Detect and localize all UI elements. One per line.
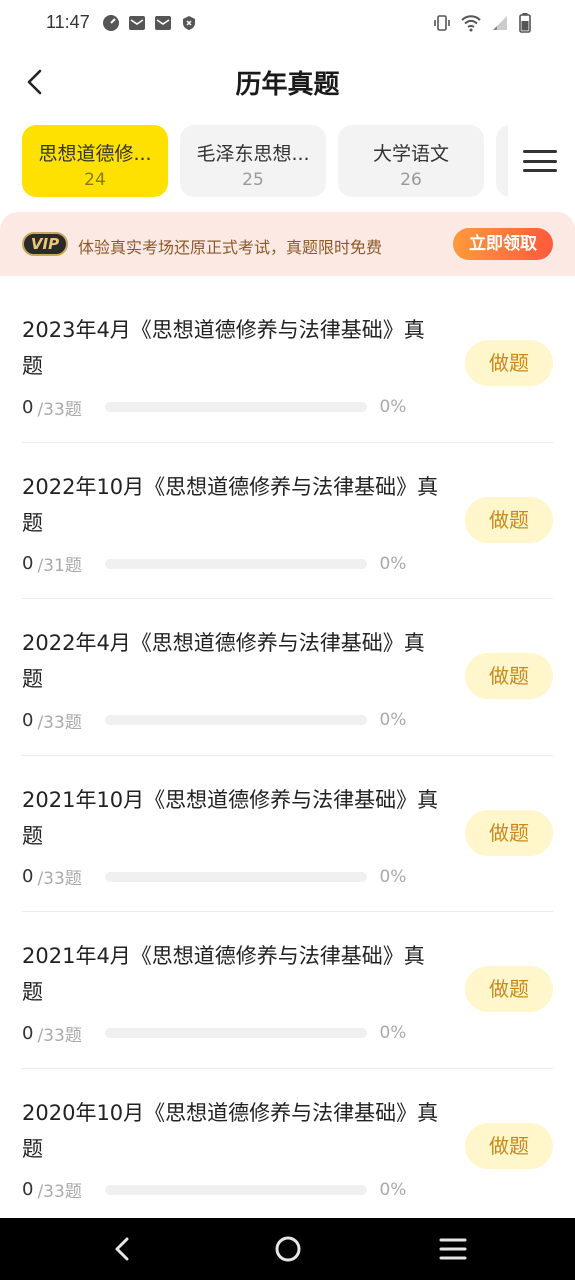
battery-icon bbox=[519, 13, 531, 33]
progress-percent: 0% bbox=[379, 1023, 407, 1043]
start-exam-button[interactable]: 做题 bbox=[465, 809, 553, 856]
done-count: 0 bbox=[22, 1179, 34, 1200]
exam-title: 2021年10月《思想道德修养与法律基础》真题 bbox=[22, 787, 439, 848]
done-count: 0 bbox=[22, 396, 34, 418]
total-count: /31题 bbox=[37, 556, 82, 576]
progress-percent: 0% bbox=[379, 710, 407, 730]
progress-bar bbox=[105, 1184, 368, 1195]
progress-bar bbox=[105, 715, 368, 725]
progress-bar bbox=[105, 558, 368, 569]
progress-percent: 0% bbox=[379, 397, 407, 417]
done-count: 0 bbox=[22, 709, 34, 731]
tab-title: 大学语文 bbox=[372, 143, 449, 165]
start-exam-button[interactable]: 做题 bbox=[465, 496, 553, 543]
tab-subject-3[interactable]: 大学语文 26 bbox=[338, 125, 484, 197]
start-exam-button[interactable]: 做题 bbox=[465, 966, 553, 1012]
list-item[interactable]: 2020年10月《思想道德修养与法律基础》真题 0 /33题 0% 做题 bbox=[22, 1069, 553, 1226]
progress-bar bbox=[105, 402, 368, 412]
start-exam-button[interactable]: 做题 bbox=[465, 653, 553, 699]
exam-title: 2021年4月《思想道德修养与法律基础》真题 bbox=[22, 944, 425, 1004]
done-count: 0 bbox=[22, 553, 34, 574]
list-item[interactable]: 2021年4月《思想道德修养与法律基础》真题 0 /33题 0% 做题 bbox=[22, 912, 553, 1069]
mail-icon bbox=[155, 16, 171, 30]
claim-now-button[interactable]: 立即领取 bbox=[453, 228, 553, 260]
progress-percent: 0% bbox=[379, 866, 407, 887]
tab-subject-2[interactable]: 毛泽东思想... 25 bbox=[180, 125, 326, 197]
start-exam-button[interactable]: 做题 bbox=[465, 340, 553, 386]
wifi-icon bbox=[461, 15, 481, 32]
list-item[interactable]: 2023年4月《思想道德修养与法律基础》真题 0 /33题 0% 做题 bbox=[22, 286, 553, 443]
tab-subject-1[interactable]: 思想道德修... 24 bbox=[22, 125, 168, 197]
subject-tabs: 思想道德修... 24 毛泽东思想... 25 大学语文 26 bbox=[22, 125, 508, 197]
status-bar: 11:47 bbox=[0, 0, 575, 48]
exam-title: 2023年4月《思想道德修养与法律基础》真题 bbox=[22, 318, 425, 378]
tab-count: 25 bbox=[242, 170, 264, 190]
progress-percent: 0% bbox=[379, 1179, 407, 1200]
vip-badge: VIP bbox=[22, 232, 68, 256]
start-exam-button[interactable]: 做题 bbox=[465, 1122, 553, 1169]
mail-icon bbox=[129, 16, 145, 30]
nav-menu-icon[interactable] bbox=[438, 1236, 468, 1262]
nav-back-icon[interactable] bbox=[108, 1234, 138, 1264]
vibrate-icon bbox=[434, 15, 450, 31]
header: 历年真题 bbox=[0, 48, 575, 116]
total-count: /33题 bbox=[37, 869, 82, 889]
progress-row: 0 /33题 0% bbox=[22, 1179, 422, 1202]
system-nav-bar bbox=[0, 1218, 575, 1280]
progress-row: 0 /31题 0% bbox=[22, 553, 422, 576]
vip-banner[interactable]: VIP 体验真实考场还原正式考试，真题限时免费 立即领取 bbox=[0, 212, 575, 276]
total-count: /33题 bbox=[37, 1182, 82, 1202]
list-item[interactable]: 2022年10月《思想道德修养与法律基础》真题 0 /31题 0% 做题 bbox=[22, 443, 553, 599]
done-count: 0 bbox=[22, 866, 34, 887]
done-count: 0 bbox=[22, 1022, 34, 1044]
speedometer-icon bbox=[103, 15, 119, 31]
page-title: 历年真题 bbox=[235, 70, 340, 100]
list-item[interactable]: 2021年10月《思想道德修养与法律基础》真题 0 /33题 0% 做题 bbox=[22, 756, 553, 912]
exam-title: 2022年4月《思想道德修养与法律基础》真题 bbox=[22, 631, 425, 691]
total-count: /33题 bbox=[37, 1025, 82, 1046]
shield-icon bbox=[183, 16, 195, 30]
signal-icon bbox=[493, 16, 507, 30]
progress-row: 0 /33题 0% bbox=[22, 866, 422, 889]
exam-title: 2020年10月《思想道德修养与法律基础》真题 bbox=[22, 1100, 439, 1161]
total-count: /33题 bbox=[37, 712, 82, 733]
progress-bar bbox=[105, 1028, 368, 1038]
tab-subject-4-partial[interactable] bbox=[496, 125, 508, 197]
progress-row: 0 /33题 0% bbox=[22, 709, 422, 733]
exam-list: 2023年4月《思想道德修养与法律基础》真题 0 /33题 0% 做题 2022… bbox=[0, 286, 575, 1225]
vip-promo-text: 体验真实考场还原正式考试，真题限时免费 bbox=[78, 238, 383, 257]
status-time: 11:47 bbox=[46, 12, 90, 32]
nav-home-icon[interactable] bbox=[273, 1234, 303, 1264]
list-item[interactable]: 2022年4月《思想道德修养与法律基础》真题 0 /33题 0% 做题 bbox=[22, 599, 553, 756]
menu-icon[interactable] bbox=[523, 144, 557, 178]
total-count: /33题 bbox=[37, 399, 82, 420]
tab-count: 26 bbox=[400, 170, 422, 190]
tab-title: 毛泽东思想... bbox=[196, 143, 310, 165]
tab-count: 24 bbox=[84, 170, 106, 190]
exam-title: 2022年10月《思想道德修养与法律基础》真题 bbox=[22, 474, 439, 535]
progress-row: 0 /33题 0% bbox=[22, 396, 422, 420]
progress-percent: 0% bbox=[379, 553, 407, 574]
tab-title: 思想道德修... bbox=[38, 143, 152, 165]
progress-bar bbox=[105, 871, 368, 882]
system-icons bbox=[433, 13, 531, 33]
notification-icons bbox=[102, 14, 198, 32]
progress-row: 0 /33题 0% bbox=[22, 1022, 422, 1046]
screen: 11:47 历年真题 思想道德修... 24 毛泽东思想... 25 大学语文 … bbox=[0, 0, 575, 1280]
